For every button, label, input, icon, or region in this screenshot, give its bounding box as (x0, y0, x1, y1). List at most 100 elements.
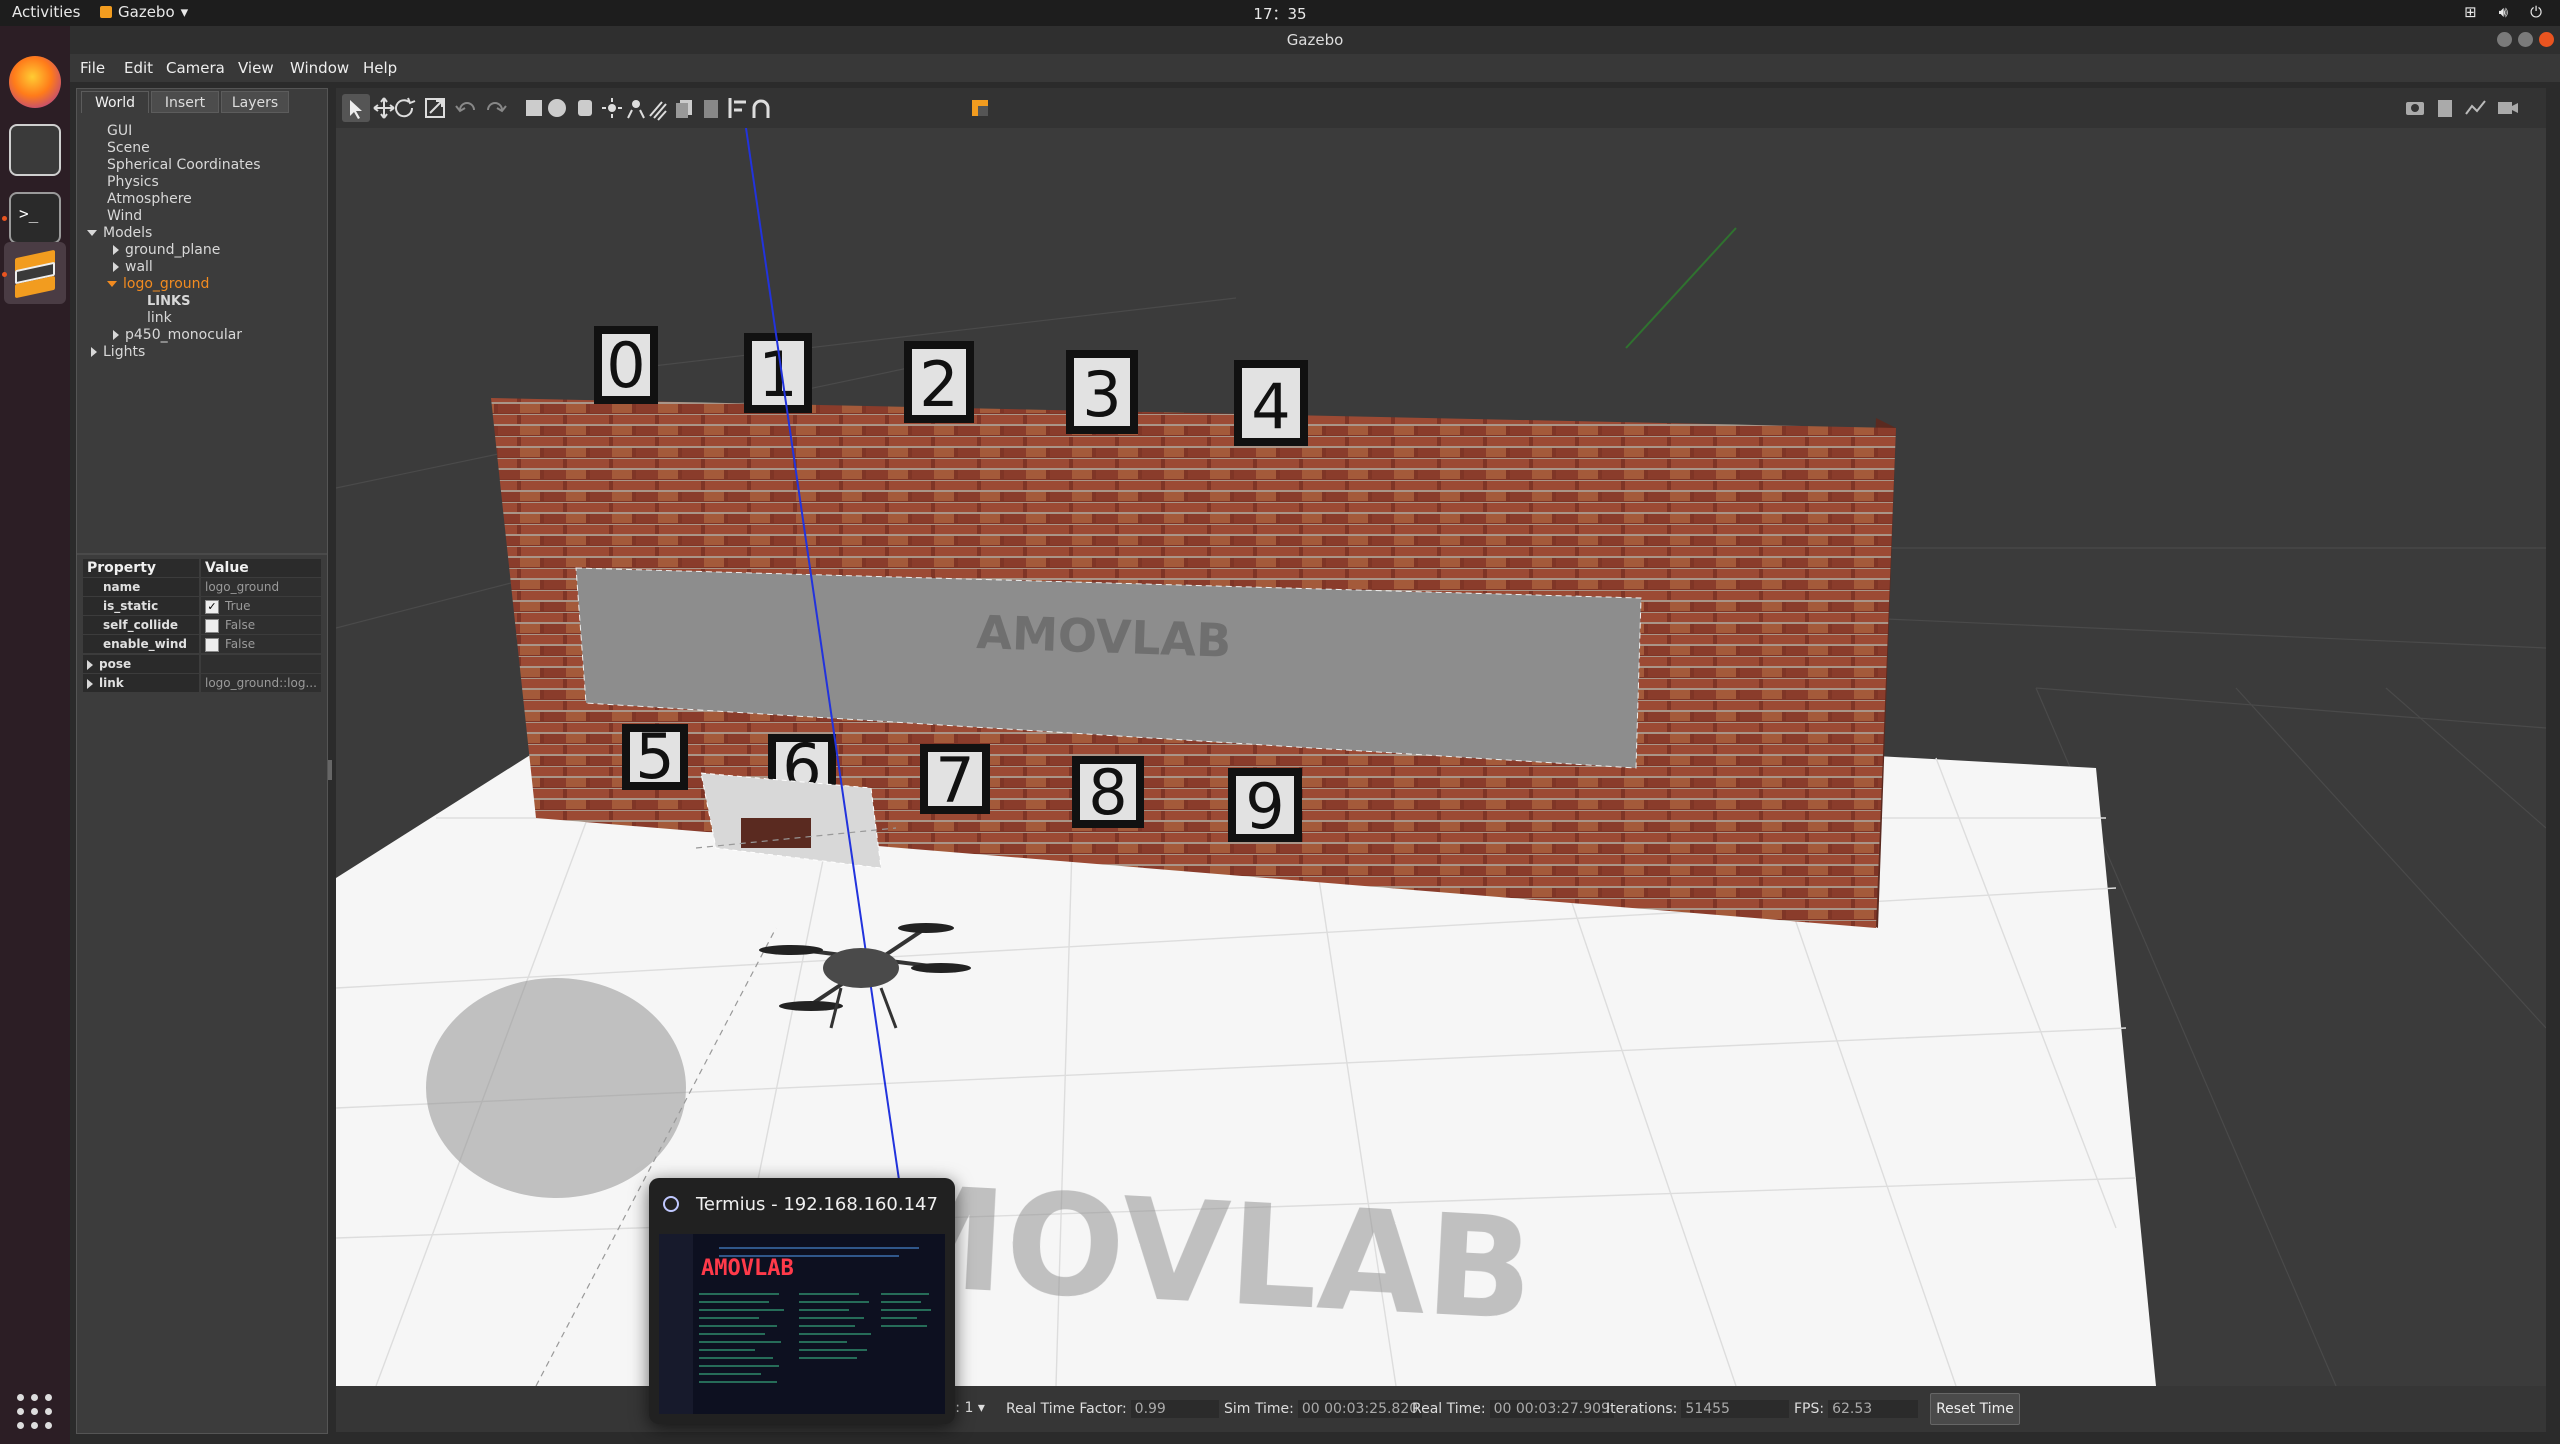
maximize-button[interactable] (2518, 32, 2533, 47)
panel-divider[interactable] (77, 553, 327, 555)
property-row-enable-wind: enable_wind False (83, 635, 321, 653)
directional-light-icon[interactable] (649, 101, 667, 121)
system-tray[interactable]: ⊞ 🔊︎ ⏻ (2464, 3, 2542, 21)
link-label: link (99, 676, 124, 690)
menu-help[interactable]: Help (363, 59, 397, 77)
tab-world[interactable]: World (81, 91, 149, 113)
menu-file[interactable]: File (80, 59, 105, 77)
menubar: File Edit Camera View Window Help (70, 54, 2560, 82)
fps-value: 62.53 (1828, 1400, 1919, 1418)
rotate-icon[interactable] (395, 97, 416, 118)
self-collide-checkbox[interactable] (205, 618, 219, 633)
property-row-link[interactable]: link logo_ground::log... (83, 674, 321, 692)
wall-logo-text: AMOVLAB (976, 605, 1233, 668)
view-angle-icon[interactable] (972, 100, 988, 116)
scale-icon[interactable] (425, 98, 445, 118)
marker-7: 7 (935, 744, 974, 817)
sphere-icon[interactable] (548, 99, 566, 117)
tree-item-models[interactable]: Models (87, 225, 152, 242)
termius-title: Termius - 192.168.160.147 (696, 1194, 938, 1215)
clock[interactable]: 17：35 (1253, 3, 1306, 24)
menu-edit[interactable]: Edit (124, 59, 153, 77)
menu-camera[interactable]: Camera (166, 59, 225, 77)
point-light-icon[interactable] (602, 98, 622, 118)
network-icon[interactable]: ⊞ (2464, 3, 2477, 21)
steps-spinbox[interactable]: 1 (964, 1400, 973, 1416)
expand-right-icon[interactable] (113, 262, 119, 272)
copy-icon[interactable] (676, 100, 692, 118)
property-row-name: name logo_ground (83, 578, 321, 596)
box-icon[interactable] (526, 100, 542, 116)
tree-item-p450-monocular[interactable]: p450_monocular (113, 327, 242, 344)
align-icon[interactable] (728, 98, 746, 118)
sim-time: Sim Time: 00 00:03:25.820 (1224, 1400, 1423, 1418)
app-menu[interactable]: Gazebo ▾ (100, 3, 188, 21)
files-icon[interactable] (9, 124, 61, 176)
property-row-self-collide: self_collide False (83, 616, 321, 634)
expand-right-icon[interactable] (87, 678, 93, 689)
reset-time-button[interactable]: Reset Time (1930, 1393, 2020, 1425)
tree-item-spherical-coordinates[interactable]: Spherical Coordinates (107, 157, 261, 174)
firefox-icon[interactable] (9, 56, 61, 108)
snap-icon[interactable] (752, 99, 770, 118)
enable-wind-checkbox[interactable] (205, 637, 219, 652)
power-icon[interactable]: ⏻ (2530, 3, 2542, 21)
tab-insert[interactable]: Insert (151, 91, 219, 113)
expand-right-icon[interactable] (113, 245, 119, 255)
tree-item-gui[interactable]: GUI (107, 123, 132, 140)
redo-icon[interactable] (487, 102, 507, 113)
minimize-button[interactable] (2497, 32, 2512, 47)
screenshot-icon[interactable] (2406, 102, 2424, 115)
expand-right-icon[interactable] (91, 347, 97, 357)
tree-item-lights[interactable]: Lights (91, 344, 145, 361)
show-apps-icon[interactable] (9, 1386, 61, 1438)
tree-item-links[interactable]: LINKS (147, 293, 190, 310)
gazebo-icon (100, 6, 112, 18)
video-icon[interactable] (2498, 102, 2518, 114)
spot-light-icon[interactable] (627, 100, 645, 119)
property-value[interactable]: logo_ground (201, 578, 321, 596)
volume-icon[interactable]: 🔊︎ (2499, 3, 2508, 21)
marker-0: 0 (606, 329, 645, 402)
termius-window-preview[interactable]: Termius - 192.168.160.147 AMOVLAB (649, 1178, 955, 1424)
value-header: Value (201, 559, 321, 577)
cylinder-icon[interactable] (578, 100, 592, 116)
plot-icon[interactable] (2465, 100, 2486, 115)
tree-item-physics[interactable]: Physics (107, 174, 159, 191)
property-header: Property (83, 559, 199, 577)
stand-brick-panel (741, 818, 811, 848)
close-button[interactable] (2539, 32, 2554, 47)
sim-time-label: Sim Time: (1224, 1401, 1294, 1417)
menu-window[interactable]: Window (290, 59, 349, 77)
expand-right-icon[interactable] (113, 330, 119, 340)
terminal-icon[interactable]: >_ (9, 192, 61, 244)
expand-down-icon[interactable] (87, 230, 97, 236)
termius-thumbnail[interactable]: AMOVLAB (659, 1234, 945, 1414)
tree-item-scene[interactable]: Scene (107, 140, 150, 157)
gazebo-icon[interactable] (4, 242, 66, 304)
expand-right-icon[interactable] (87, 659, 93, 670)
left-panel: World Insert Layers GUI Scene Spherical … (76, 88, 328, 1434)
tree-item-ground-plane[interactable]: ground_plane (113, 242, 220, 259)
paste-icon[interactable] (704, 100, 718, 118)
system-top-bar: Activities Gazebo ▾ 17：35 ⊞ 🔊︎ ⏻ (0, 0, 2560, 26)
tree-item-link[interactable]: link (147, 310, 172, 327)
checkbox-label: True (225, 599, 251, 613)
window-titlebar[interactable]: Gazebo (70, 26, 2560, 54)
tree-item-atmosphere[interactable]: Atmosphere (107, 191, 192, 208)
checkbox-label: False (225, 637, 256, 651)
activities-button[interactable]: Activities (12, 3, 80, 21)
expand-down-icon[interactable] (107, 281, 117, 287)
log-icon[interactable] (2438, 100, 2452, 117)
menu-view[interactable]: View (238, 59, 274, 77)
tree-item-logo-ground[interactable]: logo_ground (107, 276, 209, 293)
undo-icon[interactable] (455, 102, 475, 113)
iterations: Iterations: 51455 (1606, 1400, 1790, 1418)
translate-icon[interactable] (373, 97, 395, 119)
property-row-pose[interactable]: pose (83, 655, 321, 673)
tree-item-wind[interactable]: Wind (107, 208, 142, 225)
panel-splitter-handle[interactable] (328, 760, 332, 780)
tab-layers[interactable]: Layers (221, 91, 289, 113)
is-static-checkbox[interactable]: ✓ (205, 599, 219, 614)
tree-item-wall[interactable]: wall (113, 259, 153, 276)
